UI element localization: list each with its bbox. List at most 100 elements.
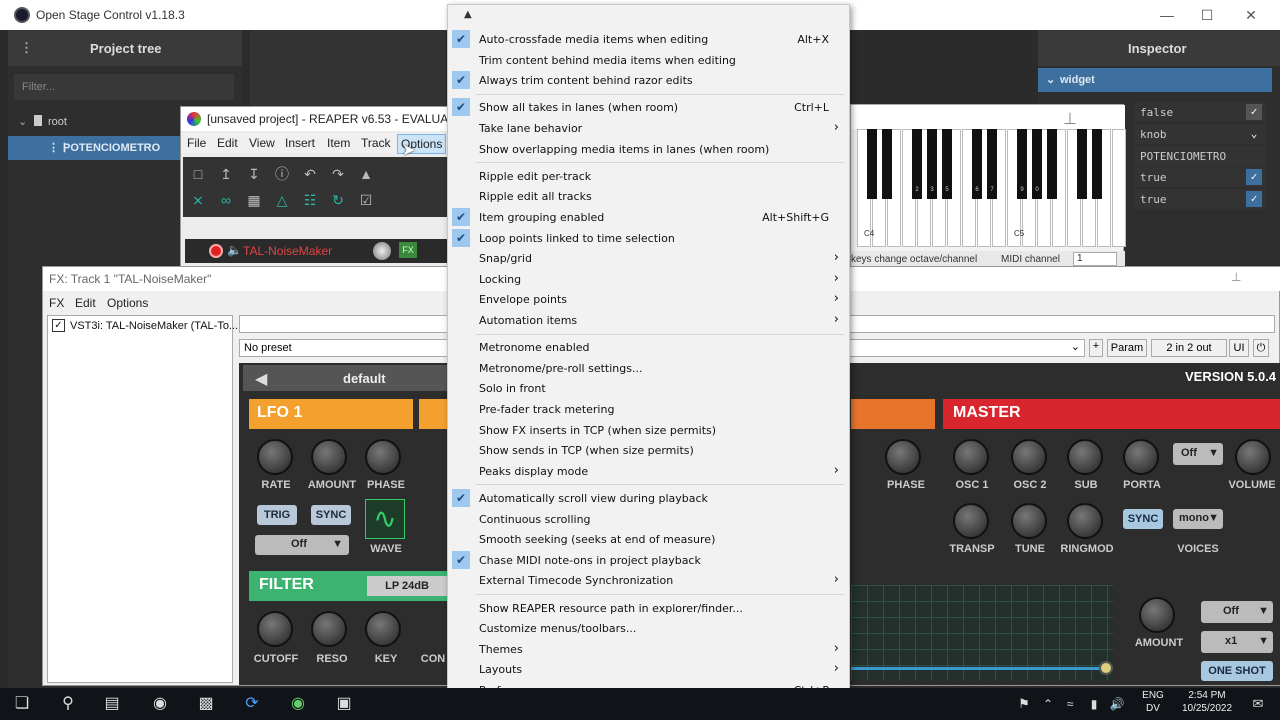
key-knob[interactable] [365,611,401,647]
menu-item[interactable]: ✔ Loop points linked to time selection [448,228,849,248]
metronome-icon[interactable]: ▲ [355,163,377,185]
menu-view[interactable]: View [249,136,275,150]
menu-item[interactable]: Show sends in TCP (when size permits) [448,440,849,460]
terminal-taskbar-icon[interactable]: ▩ [184,688,228,720]
clock[interactable]: 2:54 PM 10/25/2022 [1170,688,1244,720]
sync-button[interactable]: SYNC [311,505,351,525]
black-key[interactable] [1092,129,1102,199]
task-view-icon[interactable]: ▤ [90,688,134,720]
prev-preset-icon[interactable]: ◀ [255,369,267,389]
save-icon[interactable]: ↧ [243,163,265,185]
menu-item[interactable]: Solo in front [448,378,849,398]
group-icon[interactable]: △ [271,189,293,211]
reso-knob[interactable] [311,611,347,647]
checkbox-icon[interactable]: ✓ [1246,191,1262,207]
battery-icon[interactable]: ▮ [1082,688,1106,720]
open-icon[interactable]: ↥ [215,163,237,185]
track-row[interactable]: 🔈 TAL-NoiseMaker FX [185,239,449,263]
speaker-icon[interactable]: 🔈 [227,243,242,257]
menu-item[interactable]: External Timecode Synchronization › [448,570,849,590]
scroll-up-icon[interactable]: ▲ [464,9,472,20]
black-key[interactable]: 6 [972,129,982,199]
osc-phase-knob[interactable] [885,439,921,475]
black-key[interactable] [882,129,892,199]
pin-icon[interactable]: ⊥ [1231,270,1241,284]
env-speed-dropdown[interactable]: x1 ▼ [1201,631,1273,653]
menu-track[interactable]: Track [361,136,391,150]
volume-knob[interactable] [373,242,391,260]
info-icon[interactable]: ⓘ [271,163,293,185]
fx-menu-options[interactable]: Options [107,296,148,310]
bypass-icon[interactable]: ⏻ [1253,339,1269,357]
menu-item[interactable]: ✔ Item grouping enabled Alt+Shift+G [448,207,849,227]
menu-item[interactable]: Smooth seeking (seeks at end of measure) [448,529,849,549]
ui-button[interactable]: UI [1229,339,1249,357]
chevron-down-icon[interactable]: ⌄ [1246,126,1262,142]
black-key[interactable]: 5 [942,129,952,199]
volume-icon[interactable]: 🔊 [1106,688,1128,720]
minimize-icon[interactable]: — [1156,4,1178,26]
menu-item[interactable]: Take lane behavior › [448,118,849,138]
menu-edit[interactable]: Edit [217,136,238,150]
menu-file[interactable]: File [187,136,206,150]
wave-selector[interactable]: ∿ [365,499,405,539]
io-button[interactable]: 2 in 2 out [1151,339,1227,357]
menu-item[interactable]: ✔ Chase MIDI note-ons in project playback [448,550,849,570]
prop-type[interactable]: knob ⌄ [1134,124,1266,144]
loop-icon[interactable]: ↻ [327,189,349,211]
cutoff-knob[interactable] [257,611,293,647]
rate-knob[interactable] [257,439,293,475]
pin-icon[interactable]: ⊥ [1063,109,1077,129]
reaper-taskbar-icon[interactable]: ◉ [276,688,320,720]
menu-item[interactable]: Automation items › [448,310,849,330]
windows-start-icon[interactable]: ❏ [0,688,44,720]
maximize-icon[interactable]: ☐ [1196,4,1218,26]
menu-item[interactable]: Show overlapping media items in lanes (w… [448,139,849,159]
search-icon[interactable]: ⚲ [46,688,90,720]
lfo-off-dropdown[interactable]: Off ▼ [255,535,349,555]
menu-item[interactable]: Snap/grid › [448,248,849,268]
sub-knob[interactable] [1067,439,1103,475]
menu-item[interactable]: ✔ Auto-crossfade media items when editing… [448,29,849,49]
menu-item[interactable]: Continuous scrolling [448,509,849,529]
menu-insert[interactable]: Insert [285,136,315,150]
master-sync-button[interactable]: SYNC [1123,509,1163,529]
black-key[interactable]: 7 [987,129,997,199]
fx-menu-fx[interactable]: FX [49,296,64,310]
undo-icon[interactable]: ↶ [299,163,321,185]
voices-dropdown[interactable]: mono ▼ [1173,509,1223,529]
menu-item[interactable]: ✔ Show all takes in lanes (when room) Ctrl… [448,97,849,117]
menu-item[interactable]: Locking › [448,269,849,289]
checkbox-icon[interactable]: ✓ [1246,104,1262,120]
trig-button[interactable]: TRIG [257,505,297,525]
menu-item[interactable]: Trim content behind media items when edi… [448,50,849,70]
inspector-widget-section[interactable]: ⌄ widget [1038,68,1272,92]
menu-item[interactable]: Ripple edit all tracks [448,186,849,206]
envelope-editor[interactable] [851,585,1113,681]
black-key[interactable] [1047,129,1057,199]
osc-taskbar-icon[interactable]: ◉ [138,688,182,720]
notification-icon[interactable]: ✉ [1236,688,1280,720]
menu-item[interactable]: Show FX inserts in TCP (when size permit… [448,420,849,440]
menu-item[interactable]: Themes › [448,639,849,659]
menu-item[interactable]: Customize menus/toolbars... [448,618,849,638]
preset-dropdown[interactable]: No preset [239,339,449,357]
param-button[interactable]: Param [1107,339,1147,357]
menu-item[interactable]: Show REAPER resource path in explorer/fi… [448,598,849,618]
menu-item[interactable]: Ripple edit per-track [448,166,849,186]
black-key[interactable]: 9 [1017,129,1027,199]
menu-item[interactable]: Metronome enabled [448,337,849,357]
edge-taskbar-icon[interactable]: ⟳ [230,688,274,720]
menu-item[interactable]: Metronome/pre-roll settings... [448,358,849,378]
new-project-icon[interactable]: □ [187,163,209,185]
black-key[interactable]: 3 [927,129,937,199]
menu-dots-icon[interactable]: ⋮ [20,40,33,56]
one-shot-button[interactable]: ONE SHOT [1201,661,1273,681]
ripple-icon[interactable]: ⨯ [187,189,209,211]
osc2-knob[interactable] [1011,439,1047,475]
ringmod-knob[interactable] [1067,503,1103,539]
prop-id[interactable]: POTENCIOMETRO [1134,146,1266,166]
grid-icon[interactable]: ▦ [243,189,265,211]
white-key[interactable] [1112,129,1126,247]
master-off-dropdown[interactable]: Off ▼ [1173,443,1223,465]
